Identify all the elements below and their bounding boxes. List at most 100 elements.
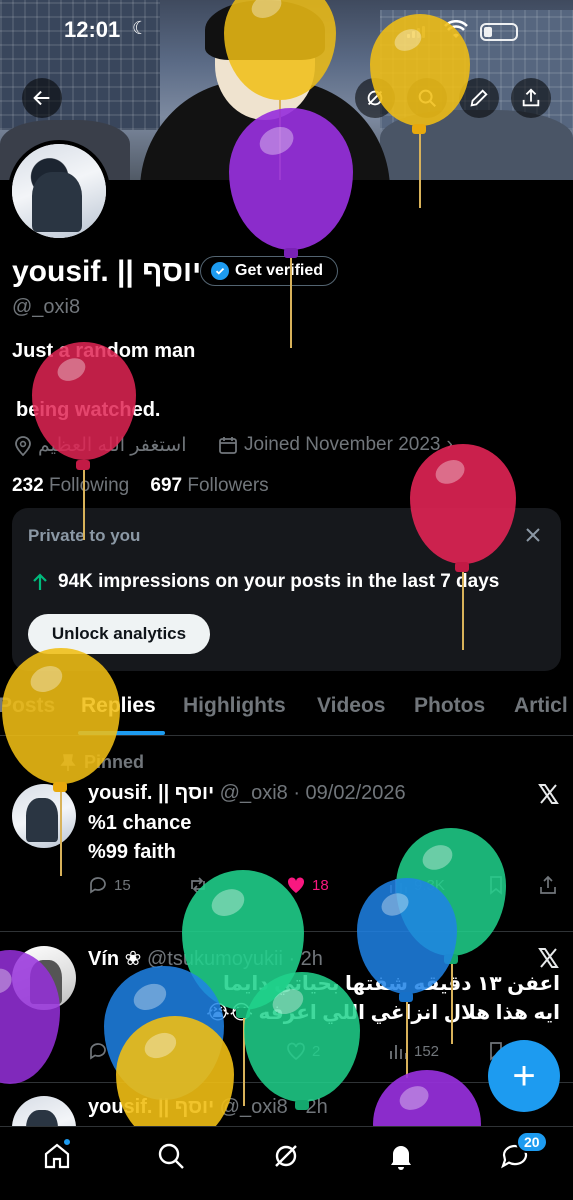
plus-icon: + bbox=[512, 1053, 536, 1098]
battery-icon bbox=[480, 23, 518, 41]
post-text-line-2: ايه هذا هلال انزاغي اللي اعرفه 😭😭 bbox=[206, 1002, 560, 1024]
like-count: 2 bbox=[312, 1042, 321, 1060]
post-avatar[interactable] bbox=[12, 946, 76, 1010]
followers-link[interactable]: 697 Followers bbox=[150, 475, 268, 496]
home-notification-dot bbox=[62, 1137, 72, 1147]
post-header: Vín ❀ @tsukumoyukii · 2h bbox=[88, 946, 323, 971]
follow-counts: 232 Following 697 Followers bbox=[12, 475, 269, 497]
location: استغفر الله العظيم bbox=[14, 434, 187, 457]
x-logo-icon bbox=[538, 784, 559, 804]
tab-videos[interactable]: Videos bbox=[317, 694, 385, 718]
profile-tabs: Posts Replies Highlights Videos Photos A… bbox=[0, 684, 573, 736]
bell-icon[interactable] bbox=[386, 1141, 416, 1171]
joined-text: Joined November 2023 bbox=[244, 434, 441, 455]
views-button[interactable]: 9.3K bbox=[388, 875, 445, 895]
verified-badge-icon bbox=[211, 262, 229, 280]
post-text-line-1: %1 chance bbox=[88, 812, 192, 834]
post-meta: @_oxi8 · 2h bbox=[219, 1096, 328, 1118]
edit-button[interactable] bbox=[459, 78, 499, 118]
unlock-analytics-button[interactable]: Unlock analytics bbox=[28, 614, 210, 654]
profile-avatar[interactable] bbox=[8, 140, 110, 242]
share-icon bbox=[522, 88, 540, 107]
reply-button[interactable] bbox=[88, 1041, 108, 1061]
like-button[interactable]: 2 bbox=[286, 1041, 320, 1061]
grok-icon[interactable] bbox=[271, 1141, 301, 1171]
x-logo-icon bbox=[538, 948, 559, 968]
display-name: yousif. || יוסף bbox=[12, 255, 202, 288]
get-verified-label: Get verified bbox=[235, 262, 324, 279]
tab-posts[interactable]: Posts bbox=[0, 694, 55, 718]
post-author[interactable]: yousif. || יוסף bbox=[88, 782, 214, 804]
tab-highlights[interactable]: Highlights bbox=[183, 694, 286, 718]
tab-replies[interactable]: Replies bbox=[81, 694, 156, 718]
card-title: Private to you bbox=[28, 526, 141, 545]
share-button[interactable] bbox=[511, 78, 551, 118]
search-button[interactable] bbox=[407, 78, 447, 118]
wifi-icon bbox=[444, 20, 468, 38]
share-icon bbox=[540, 875, 556, 894]
post-avatar[interactable] bbox=[12, 784, 76, 848]
following-count: 232 bbox=[12, 475, 44, 496]
search-icon bbox=[418, 89, 436, 107]
like-count: 18 bbox=[312, 876, 329, 894]
bookmark-button[interactable] bbox=[486, 875, 506, 895]
view-count: 152 bbox=[414, 1042, 440, 1060]
messages-badge: 20 bbox=[516, 1131, 548, 1153]
views-icon bbox=[390, 879, 407, 893]
joined-date: Joined November 2023 › bbox=[218, 434, 453, 456]
signal-icon bbox=[407, 26, 427, 38]
post-header: yousif. || יוסף @_oxi8 · 2h bbox=[88, 1096, 328, 1119]
pinned-label: Pinned bbox=[60, 752, 144, 773]
calendar-icon bbox=[219, 437, 237, 454]
impressions-text: 94K impressions on your posts in the las… bbox=[58, 571, 500, 592]
views-button[interactable]: 152 bbox=[388, 1041, 439, 1061]
pencil-icon bbox=[470, 89, 488, 107]
heart-outline-icon bbox=[287, 1042, 305, 1061]
post-text: %1 chance %99 faith bbox=[88, 809, 191, 867]
post-header: yousif. || יוסף @_oxi8 · 09/02/2026 bbox=[88, 782, 406, 805]
post-meta: @_oxi8 · 09/02/2026 bbox=[219, 782, 406, 804]
moon-icon: ☾ bbox=[132, 18, 149, 38]
status-time: 12:01 bbox=[64, 17, 121, 42]
reply-icon bbox=[90, 1043, 106, 1060]
compose-post-button[interactable]: + bbox=[488, 1040, 560, 1112]
post-text-line-1: اعفن ١٣ دقيقه شفتها بحياتي دايما bbox=[223, 973, 560, 995]
post-text-line-2: %99 faith bbox=[88, 841, 176, 863]
get-verified-button[interactable]: Get verified bbox=[200, 256, 339, 286]
reply-button[interactable]: 15 bbox=[88, 875, 131, 895]
repost-icon bbox=[191, 877, 205, 893]
post-actions: 2 152 bbox=[88, 1041, 508, 1065]
grok-button[interactable] bbox=[355, 78, 395, 118]
post-divider bbox=[0, 931, 573, 932]
back-button[interactable] bbox=[22, 78, 62, 118]
share-post-button[interactable] bbox=[538, 875, 558, 895]
reply-icon bbox=[90, 877, 106, 894]
chevron-right-icon: › bbox=[446, 434, 453, 455]
following-label: Following bbox=[48, 475, 130, 496]
view-count: 9.3K bbox=[414, 876, 445, 894]
like-button[interactable]: 18 bbox=[286, 875, 329, 895]
tab-articles[interactable]: Articl bbox=[514, 694, 568, 718]
analytics-card: Private to you 94K impressions on your p… bbox=[12, 508, 561, 671]
active-tab-indicator bbox=[78, 731, 165, 735]
followers-count: 697 bbox=[150, 475, 183, 496]
impressions-stat: 94K impressions on your posts in the las… bbox=[32, 571, 499, 593]
post-author[interactable]: yousif. || יוסף bbox=[88, 1096, 214, 1118]
heart-icon bbox=[287, 877, 305, 893]
search-icon[interactable] bbox=[156, 1141, 186, 1171]
arrow-up-icon bbox=[33, 573, 47, 590]
tab-photos[interactable]: Photos bbox=[414, 694, 485, 718]
views-icon bbox=[390, 1045, 407, 1059]
bookmark-icon bbox=[490, 876, 502, 895]
close-icon[interactable] bbox=[522, 524, 544, 546]
post-author[interactable]: Vín ❀ bbox=[88, 948, 141, 970]
arrow-left-icon bbox=[33, 90, 50, 106]
repost-button[interactable] bbox=[188, 875, 208, 895]
grok-icon bbox=[367, 90, 383, 106]
bio-line-2: being watched. bbox=[16, 399, 161, 421]
following-link[interactable]: 232 Following bbox=[12, 475, 129, 496]
location-pin-icon bbox=[15, 435, 31, 456]
pinned-text: Pinned bbox=[84, 752, 145, 772]
profile-handle: @_oxi8 bbox=[12, 296, 81, 318]
pin-icon bbox=[60, 753, 76, 771]
